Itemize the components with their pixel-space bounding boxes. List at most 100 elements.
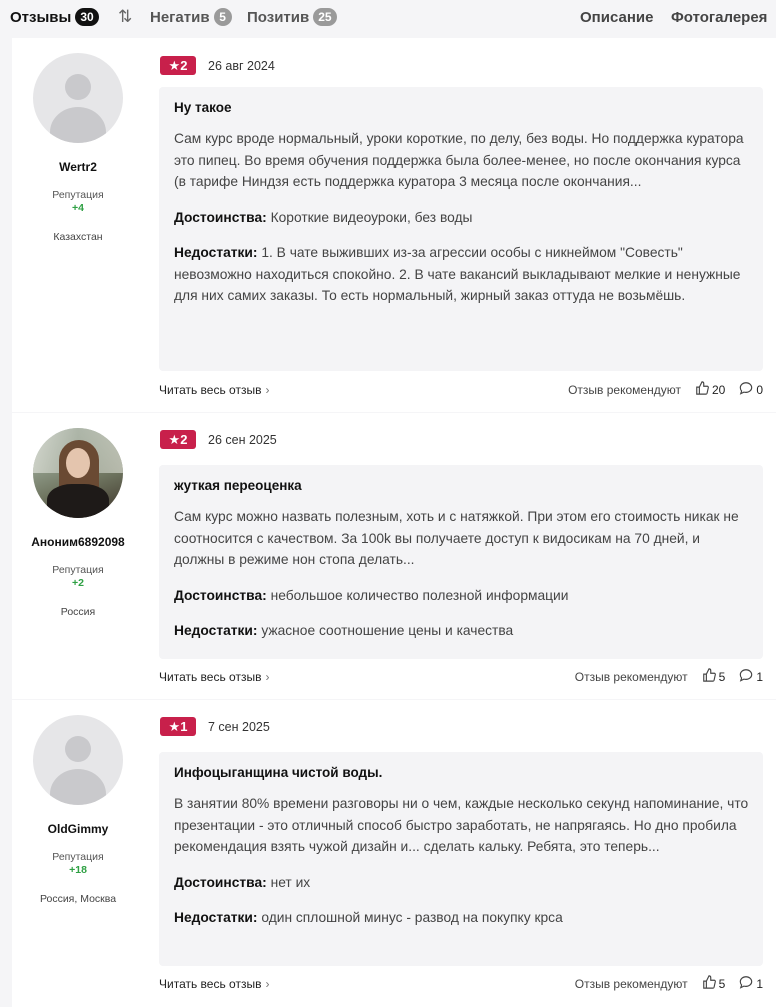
cons-label: Недостатки:	[174, 623, 258, 638]
avatar[interactable]	[33, 53, 123, 143]
review-cons: Недостатки: один сплошной минус - развод…	[174, 907, 749, 929]
avatar[interactable]	[33, 428, 123, 518]
read-full-review-link[interactable]: Читать весь отзыв ›	[159, 977, 269, 991]
recommend-block: Отзыв рекомендуют 5 1	[575, 668, 763, 685]
rating-value: 2	[180, 432, 188, 447]
star-icon: ★	[168, 718, 181, 734]
review-date: 26 авг 2024	[208, 58, 275, 73]
rating-badge: ★ 2	[160, 430, 196, 449]
author-country: Россия	[60, 606, 96, 618]
description-link[interactable]: Описание	[580, 9, 653, 26]
reputation-label: Репутация	[52, 851, 104, 863]
sort-icon[interactable]: ⇅	[118, 7, 132, 27]
tab-all-reviews[interactable]: Отзывы 30	[10, 8, 99, 26]
recommend-label: Отзыв рекомендуют	[574, 976, 688, 991]
cons-text: 1. В чате выживших из-за агрессии особы …	[174, 245, 741, 303]
recommend-block: Отзыв рекомендуют 5 1	[575, 975, 763, 992]
review-cons: Недостатки: ужасное соотношение цены и к…	[174, 620, 749, 642]
rating-badge: ★ 1	[160, 717, 196, 736]
rating-value: 1	[180, 719, 188, 734]
tab-all-label: Отзывы	[10, 8, 72, 26]
default-avatar-body	[50, 107, 106, 143]
thumbs-up-icon[interactable]	[695, 381, 709, 398]
review-card: Ну такое Сам курс вроде нормальный, урок…	[159, 87, 763, 371]
review-rating: ★ 2 26 авг 2024	[160, 56, 275, 75]
review-item: OldGimmy Репутация +18 Россия, Москва ★ 1…	[12, 700, 776, 1007]
comment-icon[interactable]	[739, 381, 753, 398]
reputation-label: Репутация	[52, 564, 104, 576]
review-cons: Недостатки: 1. В чате выживших из-за агр…	[174, 242, 749, 307]
tab-positive-count: 25	[313, 8, 337, 26]
comments-count: 1	[756, 976, 763, 991]
review-text: В занятии 80% времени разговоры ни о чем…	[174, 796, 749, 854]
cons-text: один сплошной минус - развод на покупку …	[261, 910, 563, 925]
review-rating: ★ 1 7 сен 2025	[160, 717, 270, 736]
review-title[interactable]: Ну такое	[174, 100, 749, 115]
tab-positive[interactable]: Позитив 25	[247, 8, 337, 26]
review-date: 26 сен 2025	[208, 432, 277, 447]
avatar-photo-coat	[47, 484, 109, 518]
comment-icon[interactable]	[739, 975, 753, 992]
avatar-photo-face	[66, 448, 90, 478]
tab-negative-count: 5	[213, 8, 232, 26]
review-rating: ★ 2 26 сен 2025	[160, 430, 277, 449]
recommend-label: Отзыв рекомендуют	[568, 382, 681, 397]
likes-count: 5	[718, 669, 726, 684]
tab-positive-label: Позитив	[247, 8, 310, 26]
reviews-tabs-bar: Отзывы 30 ⇅ Негатив 5 Позитив 25 Описани…	[0, 0, 776, 34]
review-title[interactable]: Инфоцыганщина чистой воды.	[174, 765, 749, 780]
likes-count: 20	[711, 382, 726, 397]
star-icon: ★	[168, 57, 181, 73]
review-pros: Достоинства: небольшое количество полезн…	[174, 585, 749, 607]
author-name[interactable]: Аноним6892098	[12, 535, 144, 549]
chevron-right-icon: ›	[265, 670, 270, 684]
review-title[interactable]: жуткая переоценка	[174, 478, 749, 493]
star-icon: ★	[168, 431, 181, 447]
pros-text: небольшое количество полезной информации	[270, 587, 569, 603]
review-card: жуткая переоценка Сам курс можно назвать…	[159, 465, 763, 659]
review-pros: Достоинства: нет их	[174, 872, 749, 894]
tab-all-count: 30	[75, 8, 99, 26]
author-country: Россия, Москва	[39, 893, 117, 905]
read-full-review-link[interactable]: Читать весь отзыв ›	[159, 383, 269, 397]
comment-icon[interactable]	[739, 668, 753, 685]
review-footer: Читать весь отзыв › Отзыв рекомендуют 5 1	[159, 668, 763, 688]
read-full-label: Читать весь отзыв	[159, 977, 262, 991]
review-card: Инфоцыганщина чистой воды. В занятии 80%…	[159, 752, 763, 966]
author-name[interactable]: Wertr2	[12, 160, 144, 174]
pros-label: Достоинства:	[174, 209, 267, 225]
comments-count: 1	[756, 669, 763, 684]
tab-negative[interactable]: Негатив 5	[150, 8, 232, 26]
chevron-right-icon: ›	[265, 977, 270, 991]
default-avatar-body	[50, 769, 106, 805]
review-pros: Достоинства: Короткие видеоуроки, без во…	[174, 207, 749, 229]
rating-badge: ★ 2	[160, 56, 196, 75]
review-footer: Читать весь отзыв › Отзыв рекомендуют 20 …	[159, 381, 763, 401]
rating-value: 2	[180, 58, 188, 73]
recommend-block: Отзыв рекомендуют 20 0	[568, 381, 763, 398]
chevron-right-icon: ›	[265, 383, 270, 397]
cons-text: ужасное соотношение цены и качества	[261, 623, 514, 638]
review-item: Аноним6892098 Репутация +2 Россия ★ 2 26 …	[12, 413, 776, 699]
pros-text: Короткие видеоуроки, без воды	[270, 209, 473, 225]
pros-label: Достоинства:	[174, 587, 267, 603]
avatar[interactable]	[33, 715, 123, 805]
read-full-label: Читать весь отзыв	[159, 670, 262, 684]
read-full-review-link[interactable]: Читать весь отзыв ›	[159, 670, 269, 684]
likes-count: 5	[718, 976, 726, 991]
review-item: Wertr2 Репутация +4 Казахстан ★ 2 26 авг …	[12, 38, 776, 412]
author-name[interactable]: OldGimmy	[12, 822, 144, 836]
read-full-label: Читать весь отзыв	[159, 383, 262, 397]
cons-label: Недостатки:	[174, 245, 258, 260]
default-avatar-icon	[65, 736, 91, 762]
pros-label: Достоинства:	[174, 874, 267, 890]
thumbs-up-icon[interactable]	[702, 975, 716, 992]
thumbs-up-icon[interactable]	[702, 668, 716, 685]
review-text: Сам курс вроде нормальный, уроки коротки…	[174, 131, 744, 189]
recommend-label: Отзыв рекомендуют	[574, 669, 688, 684]
review-footer: Читать весь отзыв › Отзыв рекомендуют 5 1	[159, 975, 763, 995]
photo-gallery-link[interactable]: Фотогалерея	[671, 9, 767, 26]
reputation-value: +4	[72, 202, 84, 214]
comments-count: 0	[756, 382, 763, 397]
tab-negative-label: Негатив	[150, 8, 210, 26]
